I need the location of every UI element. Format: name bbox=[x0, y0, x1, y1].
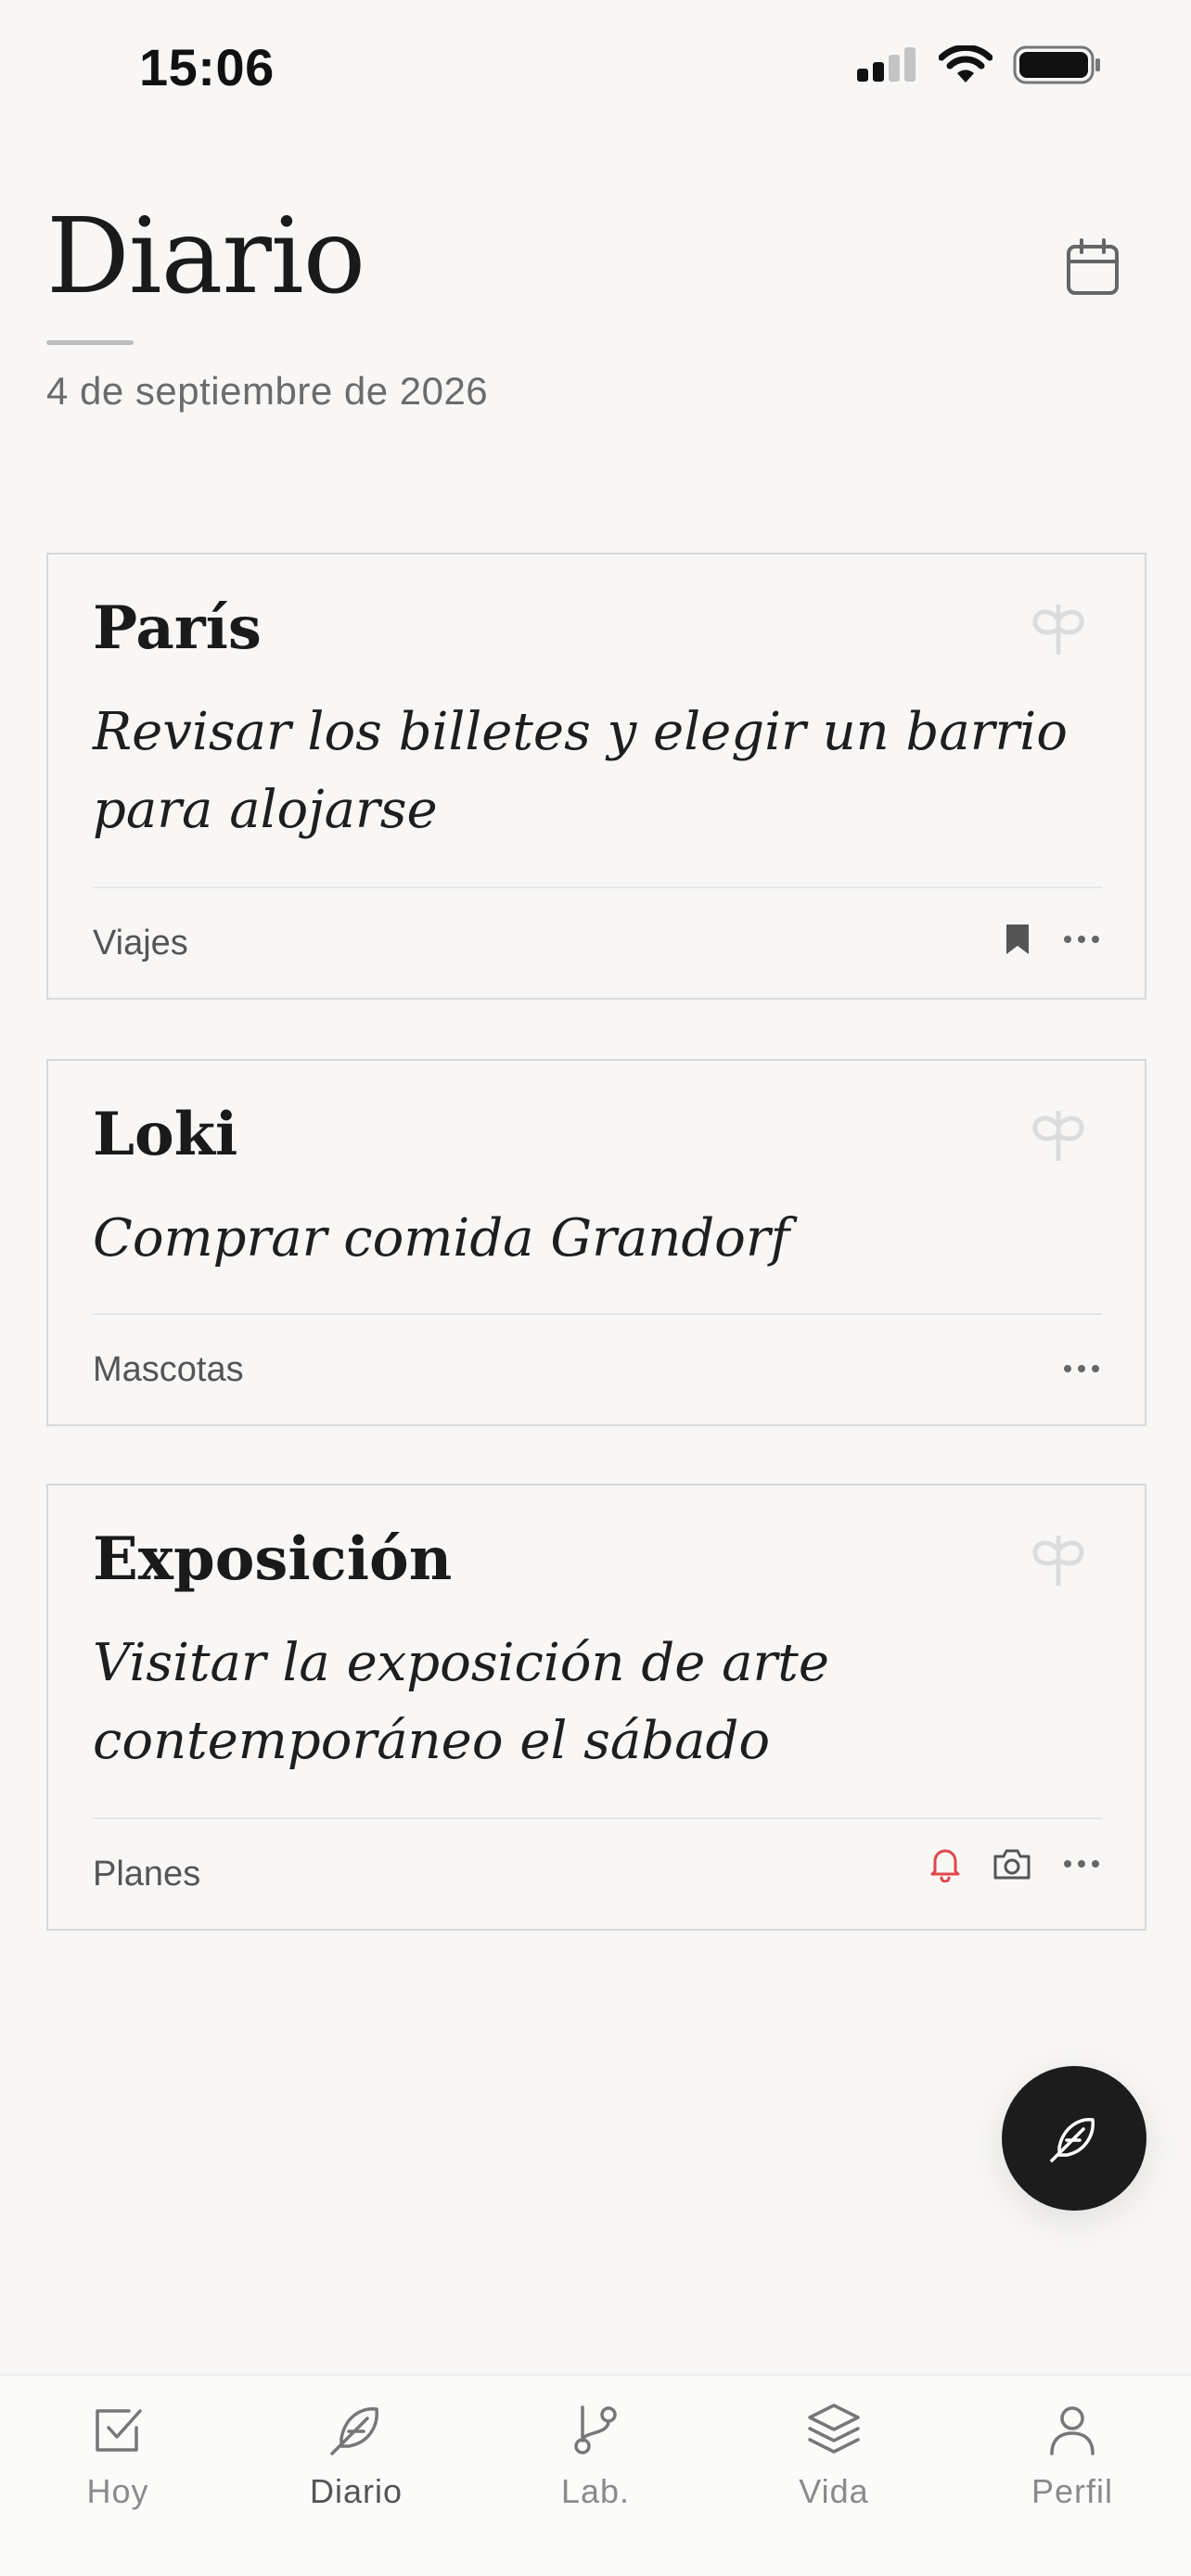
entry-tag[interactable]: Planes bbox=[93, 1855, 200, 1894]
checkbox-icon bbox=[96, 2409, 142, 2452]
title-underline bbox=[46, 340, 134, 345]
more-icon[interactable] bbox=[1063, 1858, 1100, 1869]
nav-label: Vida bbox=[799, 2472, 869, 2510]
nav-item-diario[interactable]: Diario bbox=[273, 2400, 440, 2530]
entry-title: Exposición bbox=[93, 1524, 453, 1594]
nav-label: Hoy bbox=[86, 2472, 149, 2510]
entry-actions bbox=[1004, 922, 1100, 957]
feather-icon bbox=[330, 2407, 378, 2455]
entry-card[interactable]: Loki Comprar comida Grandorf Mascotas bbox=[46, 1059, 1146, 1426]
bottom-nav: Hoy Diario Lab. Vida Perfil bbox=[0, 2374, 1191, 2576]
bell-icon[interactable] bbox=[929, 1845, 961, 1882]
entry-actions bbox=[1063, 1363, 1100, 1374]
card-divider bbox=[93, 1817, 1102, 1819]
nav-item-lab[interactable]: Lab. bbox=[512, 2400, 679, 2530]
nav-label: Perfil bbox=[1031, 2472, 1114, 2510]
entry-card[interactable]: París Revisar los billetes y elegir un b… bbox=[46, 553, 1146, 1000]
cellular-signal-icon bbox=[857, 47, 916, 82]
status-icons bbox=[857, 45, 1102, 85]
nav-item-hoy[interactable]: Hoy bbox=[34, 2400, 201, 2530]
wifi-icon bbox=[939, 45, 992, 83]
battery-icon bbox=[1013, 45, 1100, 84]
app-logo-icon bbox=[1032, 1536, 1084, 1586]
more-icon[interactable] bbox=[1063, 1363, 1100, 1374]
entry-tag[interactable]: Viajes bbox=[93, 924, 188, 963]
nav-label: Lab. bbox=[560, 2472, 631, 2510]
nav-item-perfil[interactable]: Perfil bbox=[989, 2400, 1156, 2530]
user-icon bbox=[1050, 2406, 1095, 2455]
app-logo-icon bbox=[1032, 605, 1084, 655]
branch-icon bbox=[574, 2405, 617, 2455]
diario-screen: 15:06 Diario 4 de septiembre de 2026 Par… bbox=[0, 0, 1191, 2576]
card-divider bbox=[93, 1313, 1102, 1315]
nav-item-vida[interactable]: Vida bbox=[750, 2400, 917, 2530]
card-divider bbox=[93, 886, 1102, 888]
layers-icon bbox=[808, 2404, 860, 2454]
feather-icon bbox=[1050, 2118, 1095, 2162]
calendar-button[interactable] bbox=[1065, 237, 1121, 297]
new-entry-button[interactable] bbox=[1002, 2066, 1146, 2211]
entry-body: Visitar la exposición de arte contemporá… bbox=[93, 1633, 829, 1771]
status-bar: 15:06 bbox=[0, 0, 1191, 139]
nav-label: Diario bbox=[309, 2472, 403, 2510]
page-title: Diario bbox=[46, 197, 365, 317]
entry-title: Loki bbox=[93, 1100, 238, 1169]
entry-actions bbox=[929, 1845, 1100, 1882]
entry-card[interactable]: Exposición Visitar la exposición de arte… bbox=[46, 1484, 1146, 1931]
more-icon[interactable] bbox=[1063, 934, 1100, 945]
app-logo-icon bbox=[1032, 1111, 1084, 1161]
bookmark-icon[interactable] bbox=[1004, 922, 1031, 957]
entry-body: Comprar comida Grandorf bbox=[93, 1208, 790, 1269]
camera-icon[interactable] bbox=[992, 1847, 1031, 1881]
entry-title: París bbox=[93, 593, 262, 663]
calendar-icon bbox=[1067, 238, 1119, 295]
page-date: 4 de septiembre de 2026 bbox=[46, 369, 489, 413]
entry-body: Revisar los billetes y elegir un barrio … bbox=[93, 702, 1068, 840]
entry-tag[interactable]: Mascotas bbox=[93, 1350, 244, 1390]
status-time: 15:06 bbox=[139, 38, 275, 96]
